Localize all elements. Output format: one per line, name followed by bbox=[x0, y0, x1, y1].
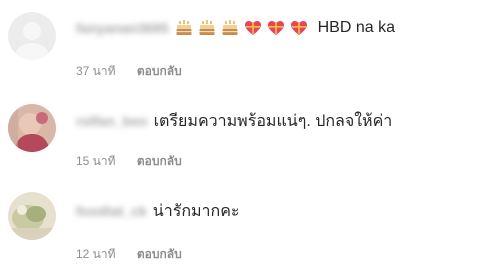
profile-photo-icon bbox=[8, 192, 56, 240]
comment-time: 12 นาที bbox=[76, 247, 116, 261]
comment-line: foodtat_ck น่ารักมากคะ bbox=[76, 200, 240, 222]
comment-username[interactable]: foodtat_ck bbox=[76, 203, 147, 219]
reply-button[interactable]: ตอบกลับ bbox=[137, 245, 182, 264]
comment-meta: 12 นาที ตอบกลับ bbox=[76, 245, 182, 264]
reply-button[interactable]: ตอบกลับ bbox=[137, 62, 182, 81]
heart-gift-icon bbox=[244, 21, 261, 35]
comment-meta: 15 นาที ตอบกลับ bbox=[76, 152, 182, 171]
heart-gift-icon bbox=[290, 21, 307, 35]
comment-text: HBD na ka bbox=[317, 19, 395, 36]
profile-photo-icon bbox=[8, 104, 56, 152]
comment-line: fanyanan3695 HBD na ka bbox=[76, 17, 395, 39]
birthday-cake-icon bbox=[176, 20, 192, 35]
comment-text: เตรียมความพร้อมแน่ๆ. ปกลจให้ค่า bbox=[153, 112, 393, 130]
comment-time: 37 นาที bbox=[76, 64, 116, 78]
avatar[interactable] bbox=[8, 104, 56, 152]
birthday-cake-icon bbox=[199, 20, 215, 35]
comment-meta: 37 นาที ตอบกลับ bbox=[76, 62, 182, 81]
reply-button[interactable]: ตอบกลับ bbox=[137, 152, 182, 171]
comment-time: 15 นาที bbox=[76, 154, 116, 168]
comment-line: rolfan_beo เตรียมความพร้อมแน่ๆ. ปกลจให้ค… bbox=[76, 110, 392, 132]
avatar[interactable] bbox=[8, 12, 56, 60]
emoji-group bbox=[175, 19, 308, 37]
avatar[interactable] bbox=[8, 192, 56, 240]
default-avatar-icon bbox=[8, 12, 56, 60]
heart-gift-icon bbox=[267, 21, 284, 35]
birthday-cake-icon bbox=[222, 20, 238, 35]
comment-text: น่ารักมากคะ bbox=[152, 202, 240, 220]
comment-username[interactable]: rolfan_beo bbox=[76, 113, 148, 129]
comment-username[interactable]: fanyanan3695 bbox=[76, 20, 169, 36]
